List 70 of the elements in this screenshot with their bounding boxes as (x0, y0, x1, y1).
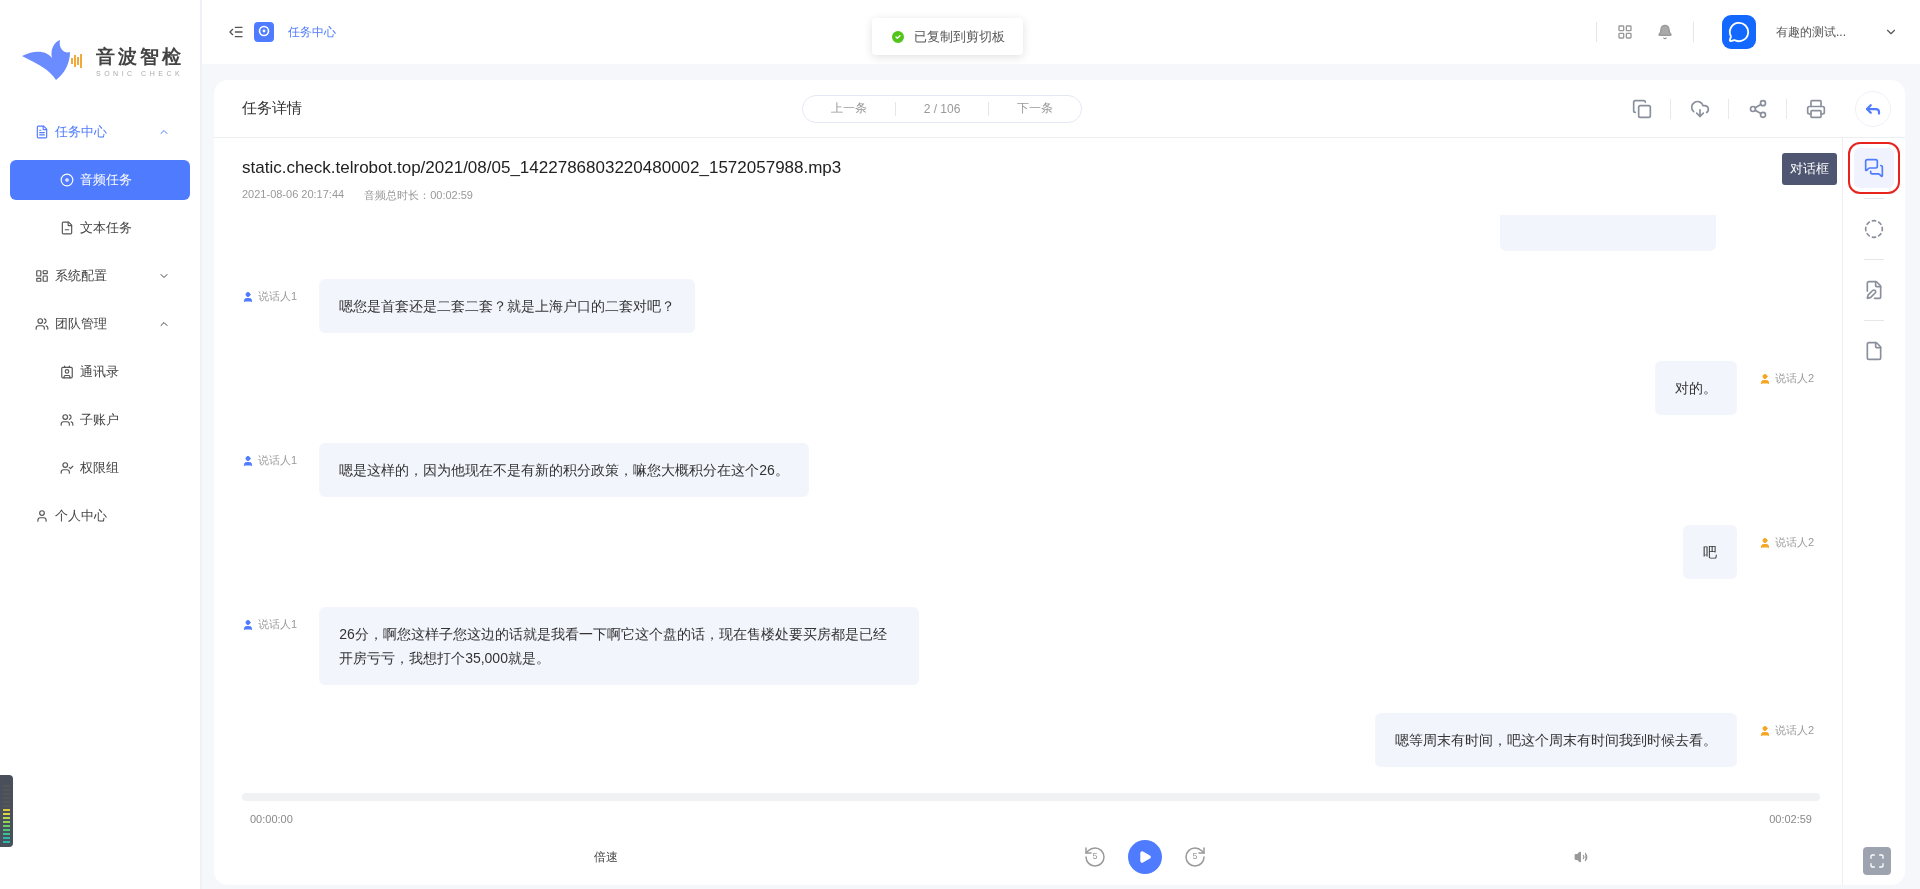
chat-bubble: 对的。 (1654, 361, 1737, 415)
nav-item[interactable]: 通讯录 (10, 348, 190, 396)
nav-item[interactable]: 权限组 (10, 444, 190, 492)
copy-icon (1631, 98, 1652, 119)
speed-button[interactable]: 倍速 (594, 848, 618, 866)
current-time: 00:00:00 (250, 813, 293, 825)
document-icon (35, 125, 49, 139)
file-icon (1864, 341, 1884, 361)
speaker-name: 说话人1 (258, 289, 298, 304)
breadcrumb-link[interactable]: 任务中心 (288, 23, 336, 41)
toast-message: 已复制到剪切板 (914, 27, 1005, 46)
nav-item[interactable]: 音频任务 (10, 160, 190, 200)
edit-document-icon (1864, 280, 1884, 300)
chat-bubble: 嗯等周末有时间，吧这个周末有时间我到时候去看。 (1374, 713, 1737, 767)
user-icon (242, 618, 254, 631)
speaker-name: 说话人2 (1774, 371, 1814, 386)
nav-item[interactable]: 团队管理 (0, 300, 200, 348)
duration-text: 音频总时长：00:02:59 (364, 188, 473, 203)
speaker-name: 说话人2 (1774, 535, 1814, 550)
chat-bubble: 吧 (1682, 525, 1737, 579)
nav-item[interactable]: 系统配置 (0, 252, 200, 300)
total-time: 00:02:59 (1769, 813, 1812, 825)
document-icon (60, 221, 74, 235)
user-icon (242, 290, 254, 303)
check-icon (890, 28, 906, 45)
speaker-name: 说话人1 (258, 453, 298, 468)
user-icon (1758, 724, 1771, 737)
nav-item[interactable]: 任务中心 (0, 108, 200, 156)
user-icon (1758, 536, 1771, 549)
dashboard-icon (35, 269, 49, 283)
tooltip: 对话框 (1782, 153, 1837, 185)
user-icon (242, 454, 254, 467)
user-name[interactable]: 有趣的测试... (1776, 23, 1846, 41)
user-icon (35, 509, 49, 523)
play-button[interactable] (1128, 840, 1162, 874)
chat-bubble: 嗯是这样的，因为他现在不是有新的积分政策，嘛您大概积分在这个26。 (319, 443, 809, 497)
fullscreen-button[interactable] (1863, 847, 1891, 875)
chat-icon (1864, 158, 1884, 178)
collapse-menu-icon[interactable] (228, 24, 244, 40)
page-position: 2 / 106 (895, 101, 989, 116)
users-icon (60, 413, 74, 427)
chat-bubble-icon (1728, 21, 1750, 43)
nav-item[interactable]: 个人中心 (0, 492, 200, 540)
circle-icon (1864, 219, 1884, 239)
users-icon (35, 317, 49, 331)
play-icon (1138, 850, 1152, 864)
logo-name: 音波智检 (96, 44, 184, 69)
user-icon (1758, 372, 1771, 385)
chat-bubble: 26分，啊您这样子您这边的话就是我看一下啊它这个盘的话，现在售楼处要买房都是已经开房亏亏，我想打个35,000就是。 (319, 607, 920, 685)
nav-item[interactable]: 文本任务 (10, 204, 190, 252)
disc-icon (60, 173, 74, 187)
speaker-name: 说话人2 (1774, 723, 1814, 738)
level-meter-icon (0, 775, 13, 847)
back-button[interactable] (1855, 90, 1891, 127)
user-check-icon (60, 461, 74, 475)
contact-card-icon (60, 365, 74, 379)
chat-bubble: 嗯您是首套还是二套二套？就是上海户口的二套对吧？ (319, 279, 696, 333)
cloud-download-icon (1689, 98, 1710, 119)
date-text: 2021-08-06 20:17:44 (242, 188, 345, 202)
printer-icon (1806, 98, 1826, 119)
fullscreen-icon (1869, 853, 1885, 869)
card-title: 任务详情 (242, 99, 303, 118)
avatar[interactable] (1722, 15, 1756, 49)
volume-icon[interactable] (1574, 850, 1588, 864)
grid-icon[interactable] (1617, 24, 1633, 40)
nav-item[interactable]: 子账户 (10, 396, 190, 444)
file-url: static.check.telrobot.top/2021/08/05_1422786803220480002_1572057988.mp3 (242, 158, 842, 178)
bell-icon[interactable] (1657, 24, 1673, 40)
speaker-name: 说话人1 (258, 617, 298, 632)
share-icon (1747, 98, 1768, 119)
